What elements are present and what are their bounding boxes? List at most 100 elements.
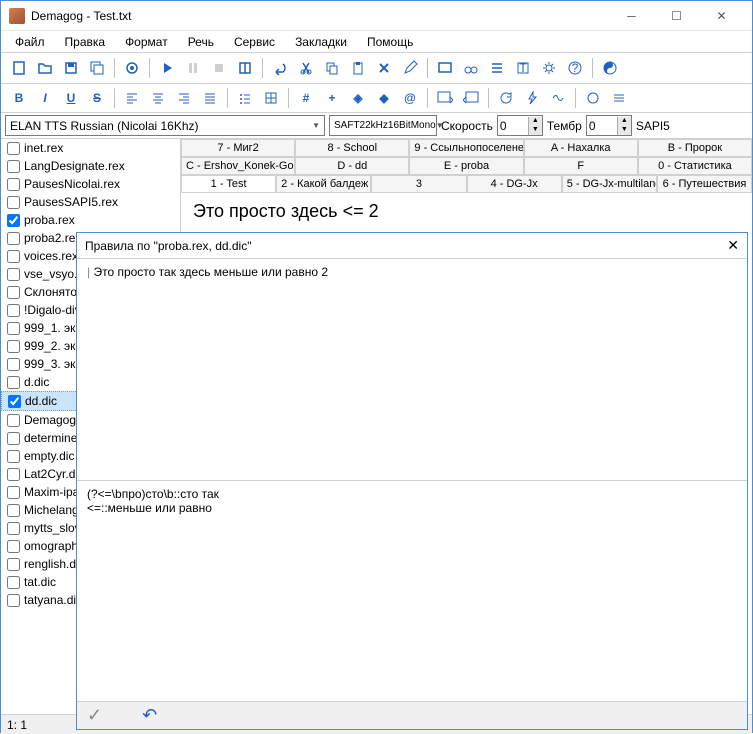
editor-text[interactable]: Это просто здесь <= 2 <box>181 193 752 230</box>
format-dropdown[interactable]: SAFT22kHz16BitMono ▼ <box>329 115 437 136</box>
sidebar-checkbox[interactable] <box>7 558 20 571</box>
help-icon[interactable]: ? <box>563 56 587 80</box>
sidebar-checkbox[interactable] <box>7 304 20 317</box>
sidebar-checkbox[interactable] <box>8 395 21 408</box>
spin-up-icon[interactable]: ▲ <box>528 117 542 126</box>
screen-icon[interactable] <box>433 56 457 80</box>
minimize-button[interactable]: ─ <box>609 2 654 30</box>
sidebar-item[interactable]: PausesSAPI5.rex <box>1 193 180 211</box>
sidebar-item[interactable]: PausesNicolai.rex <box>1 175 180 193</box>
menu-help[interactable]: Помощь <box>359 33 421 51</box>
save-all-icon[interactable] <box>85 56 109 80</box>
align-left-icon[interactable] <box>120 87 144 109</box>
align-justify-icon[interactable] <box>198 87 222 109</box>
italic-button[interactable]: I <box>33 87 57 109</box>
sidebar-item[interactable]: LangDesignate.rex <box>1 157 180 175</box>
menu-file[interactable]: Файл <box>7 33 53 51</box>
table-icon[interactable] <box>259 87 283 109</box>
cut-icon[interactable] <box>294 56 318 80</box>
apply-icon[interactable]: ✓ <box>87 705 102 726</box>
paste-icon[interactable] <box>346 56 370 80</box>
undo-icon[interactable] <box>268 56 292 80</box>
document-tab[interactable]: 2 - Какой балдеж <box>276 175 371 192</box>
sidebar-checkbox[interactable] <box>7 178 20 191</box>
sidebar-checkbox[interactable] <box>7 468 20 481</box>
align-right-icon[interactable] <box>172 87 196 109</box>
document-tab[interactable]: E - proba <box>409 157 523 174</box>
open-file-icon[interactable] <box>33 56 57 80</box>
revert-icon[interactable]: ↶ <box>142 705 157 726</box>
rules-source[interactable]: (?<=\bпро)сто\b::сто так <=::меньше или … <box>77 481 747 702</box>
maximize-button[interactable]: ☐ <box>654 2 699 30</box>
sidebar-checkbox[interactable] <box>7 540 20 553</box>
sidebar-checkbox[interactable] <box>7 376 20 389</box>
book-icon[interactable] <box>233 56 257 80</box>
save-icon[interactable] <box>59 56 83 80</box>
image-in-icon[interactable] <box>433 87 457 109</box>
sidebar-checkbox[interactable] <box>7 504 20 517</box>
sidebar-checkbox[interactable] <box>7 250 20 263</box>
spin-down-icon[interactable]: ▼ <box>528 126 542 135</box>
document-tab[interactable]: D - dd <box>295 157 409 174</box>
image-out-icon[interactable] <box>459 87 483 109</box>
sidebar-checkbox[interactable] <box>7 486 20 499</box>
pitch-spinner[interactable]: ▲▼ <box>586 115 632 136</box>
speed-input[interactable] <box>498 119 528 133</box>
document-tab[interactable]: B - Пророк <box>638 139 752 156</box>
sidebar-checkbox[interactable] <box>7 232 20 245</box>
menu-format[interactable]: Формат <box>117 33 176 51</box>
menu-bookmarks[interactable]: Закладки <box>287 33 355 51</box>
underline-button[interactable]: U <box>59 87 83 109</box>
copy-icon[interactable] <box>320 56 344 80</box>
rules-output[interactable]: | Это просто так здесь меньше или равно … <box>77 259 747 481</box>
document-tab[interactable]: 8 - School <box>295 139 409 156</box>
document-tab[interactable]: 9 - Ссыльнопоселенец <box>409 139 523 156</box>
close-button[interactable]: ✕ <box>699 2 744 30</box>
spin-down-icon[interactable]: ▼ <box>617 126 631 135</box>
document-tab[interactable]: C - Ershov_Konek-Gorbunok.112408 <box>181 157 295 174</box>
menu-edit[interactable]: Правка <box>57 33 114 51</box>
sidebar-checkbox[interactable] <box>7 358 20 371</box>
sidebar-checkbox[interactable] <box>7 576 20 589</box>
sidebar-checkbox[interactable] <box>7 142 20 155</box>
sidebar-checkbox[interactable] <box>7 432 20 445</box>
sidebar-checkbox[interactable] <box>7 594 20 607</box>
list-icon[interactable] <box>485 56 509 80</box>
sidebar-checkbox[interactable] <box>7 450 20 463</box>
voice-dropdown[interactable]: ELAN TTS Russian (Nicolai 16Khz) ▼ <box>5 115 325 136</box>
bold-button[interactable]: B <box>7 87 31 109</box>
sidebar-checkbox[interactable] <box>7 160 20 173</box>
document-tab[interactable]: 1 - Test <box>181 175 276 192</box>
document-tab[interactable]: 0 - Статистика <box>638 157 752 174</box>
document-tab[interactable]: F <box>524 157 638 174</box>
yinyang-icon[interactable] <box>598 56 622 80</box>
document-tab[interactable]: 3 <box>371 175 466 192</box>
sidebar-checkbox[interactable] <box>7 286 20 299</box>
align-center-icon[interactable] <box>146 87 170 109</box>
binoculars-icon[interactable] <box>459 56 483 80</box>
sidebar-checkbox[interactable] <box>7 340 20 353</box>
dialog-close-button[interactable]: ✕ <box>727 237 739 254</box>
refresh-icon[interactable] <box>494 87 518 109</box>
menu-speech[interactable]: Речь <box>180 33 222 51</box>
edit-icon[interactable] <box>398 56 422 80</box>
lightning-icon[interactable] <box>520 87 544 109</box>
diamond-icon[interactable]: ◈ <box>346 87 370 109</box>
strike-button[interactable]: S <box>85 87 109 109</box>
document-tab[interactable]: A - Нахалка <box>524 139 638 156</box>
play-icon[interactable] <box>155 56 179 80</box>
hash-icon[interactable]: # <box>294 87 318 109</box>
stop-icon[interactable] <box>207 56 231 80</box>
sidebar-checkbox[interactable] <box>7 522 20 535</box>
document-tab[interactable]: 4 - DG-Jx <box>467 175 562 192</box>
document-tab[interactable]: 6 - Путешествия <box>657 175 752 192</box>
wave-icon[interactable] <box>546 87 570 109</box>
sidebar-checkbox[interactable] <box>7 196 20 209</box>
text-frame-icon[interactable]: T <box>511 56 535 80</box>
new-file-icon[interactable] <box>7 56 31 80</box>
pitch-input[interactable] <box>587 119 617 133</box>
spin-up-icon[interactable]: ▲ <box>617 117 631 126</box>
sidebar-checkbox[interactable] <box>7 214 20 227</box>
pause-icon[interactable] <box>181 56 205 80</box>
menu-icon[interactable] <box>607 87 631 109</box>
